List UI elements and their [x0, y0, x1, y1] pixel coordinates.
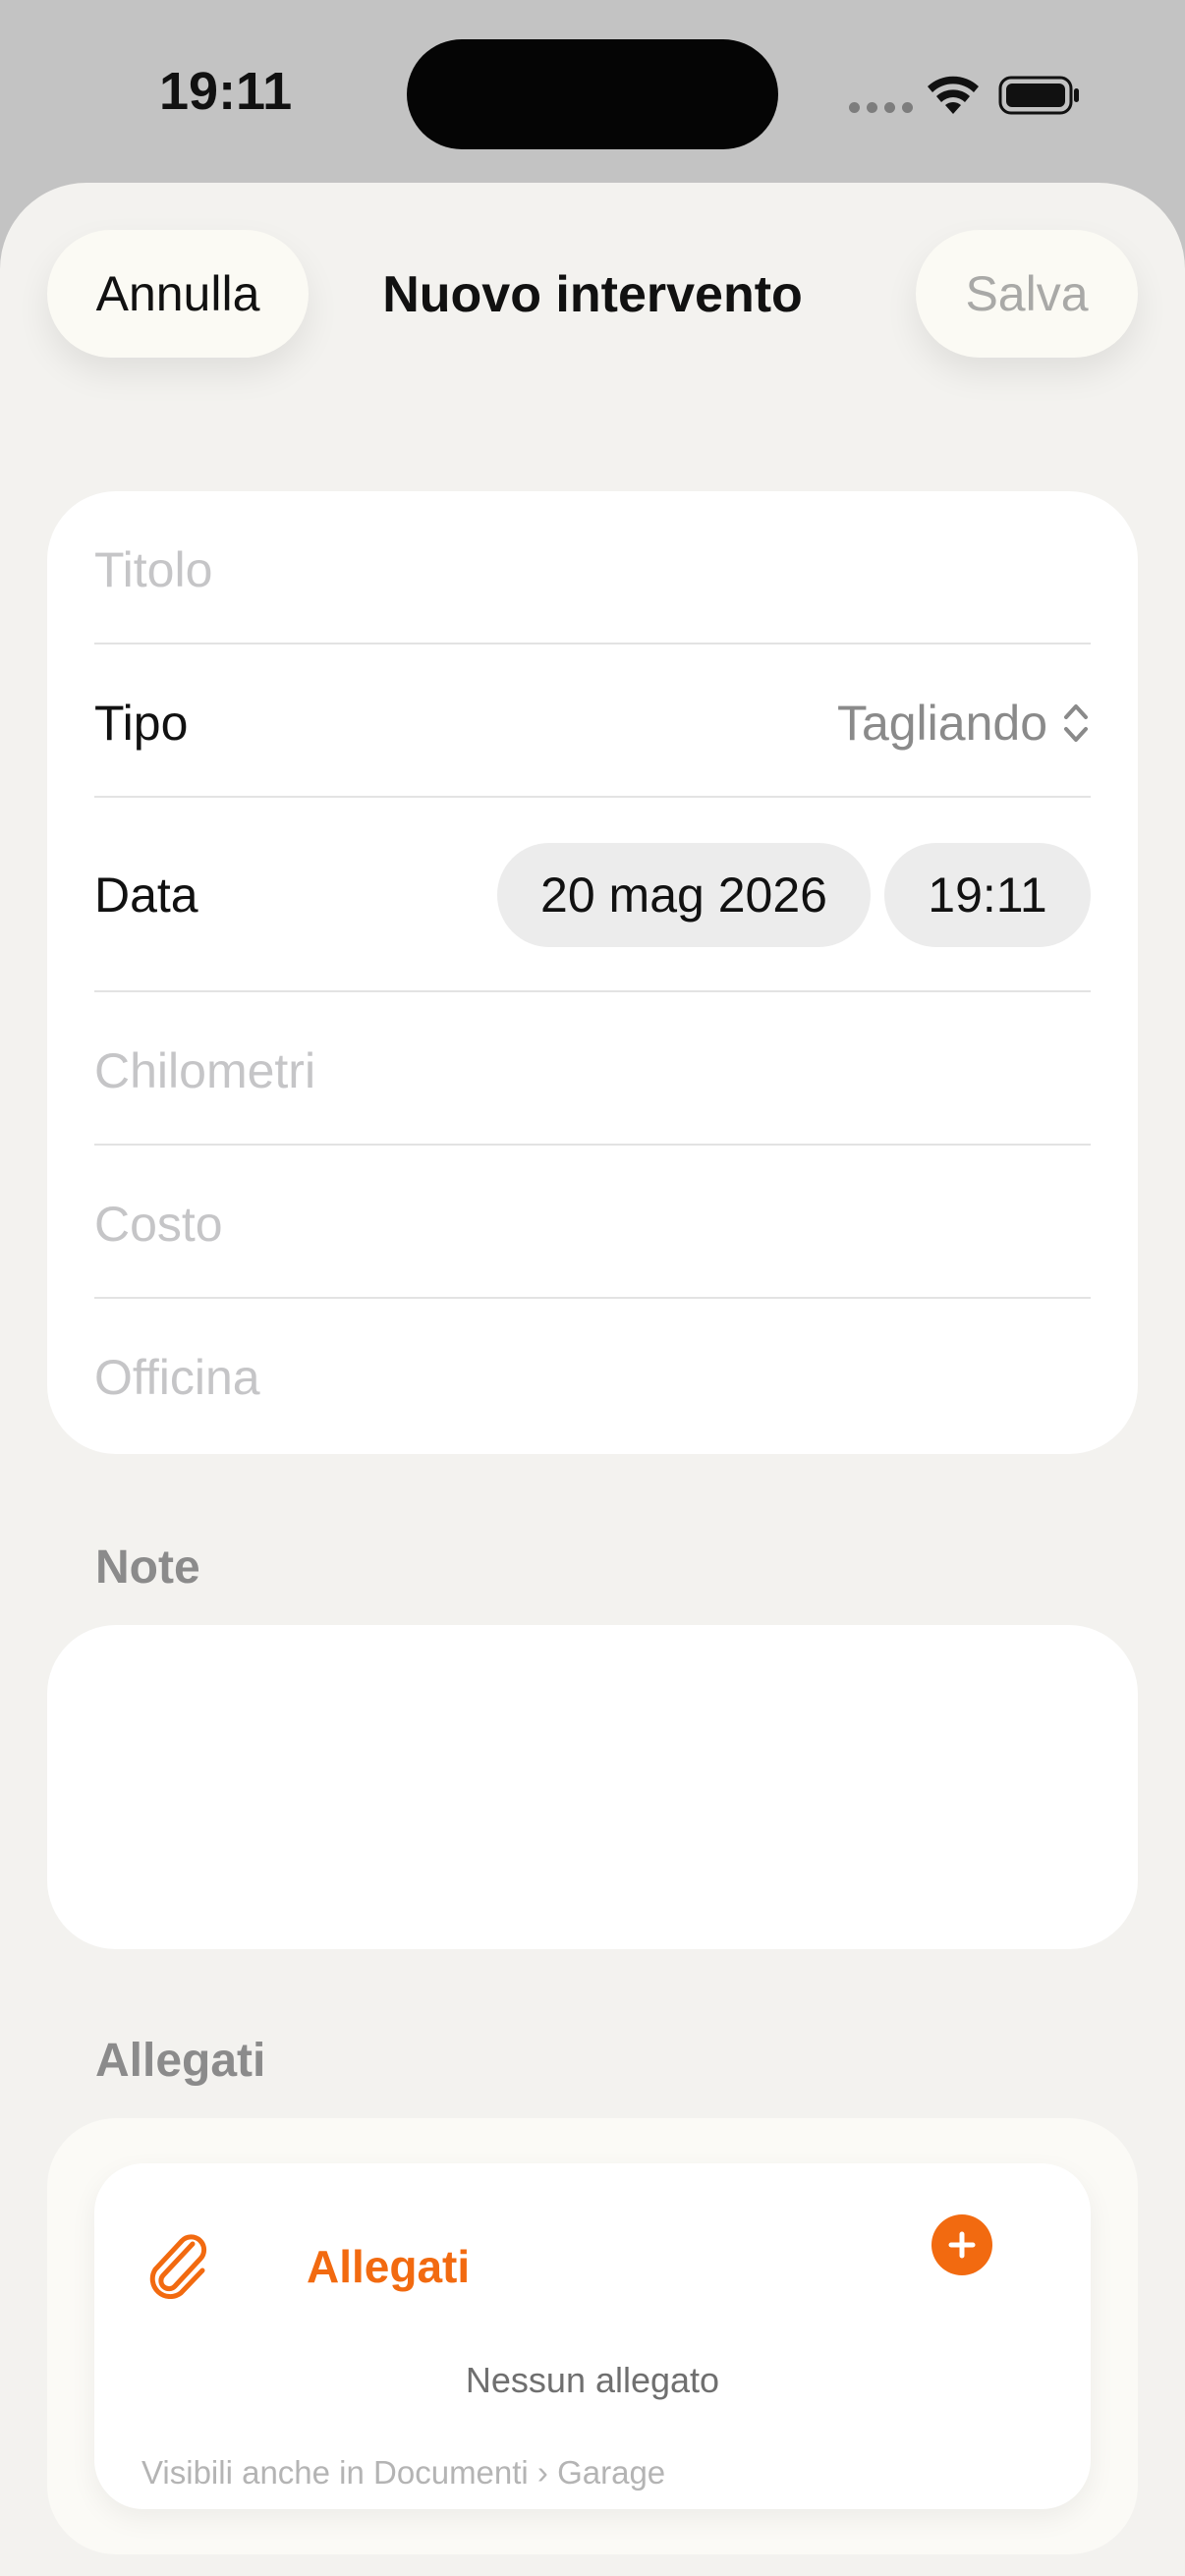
notes-section-title: Note [95, 1541, 200, 1594]
type-label: Tipo [94, 696, 189, 751]
save-button[interactable]: Salva [916, 230, 1138, 358]
workshop-field[interactable]: Officina [94, 1338, 1091, 1417]
cancel-button[interactable]: Annulla [47, 230, 309, 358]
paperclip-icon [149, 2234, 207, 2299]
date-picker-button[interactable]: 20 mag 2026 [497, 843, 871, 947]
type-row[interactable]: Tipo Tagliando [94, 684, 1091, 762]
dynamic-island [407, 39, 778, 149]
form-card: Titolo Tipo Tagliando Data 20 mag 2026 1… [47, 491, 1138, 1454]
divider [94, 1297, 1091, 1299]
wifi-icon [928, 76, 979, 114]
battery-icon [998, 76, 1079, 115]
km-placeholder: Chilometri [94, 1043, 316, 1098]
divider [94, 990, 1091, 992]
divider [94, 643, 1091, 644]
attachments-card: Allegati Nessun allegato Visibili anche … [47, 2118, 1138, 2554]
add-attachment-button[interactable] [931, 2214, 992, 2275]
title-field[interactable]: Titolo [94, 531, 1091, 609]
cost-field[interactable]: Costo [94, 1185, 1091, 1263]
attachments-header-label: Allegati [307, 2241, 471, 2292]
attachments-hint: Visibili anche in Documenti › Garage [141, 2454, 666, 2491]
attachments-panel: Allegati Nessun allegato Visibili anche … [94, 2163, 1091, 2509]
km-field[interactable]: Chilometri [94, 1032, 1091, 1110]
time-picker-button[interactable]: 19:11 [884, 843, 1091, 947]
divider [94, 796, 1091, 798]
status-time: 19:11 [159, 62, 293, 121]
workshop-placeholder: Officina [94, 1350, 260, 1405]
page-title: Nuovo intervento [382, 266, 803, 323]
date-row: Data 20 mag 2026 19:11 [94, 843, 1091, 947]
divider [94, 1144, 1091, 1146]
cellular-signal-icon [849, 102, 913, 113]
chevron-up-down-icon [1064, 704, 1088, 742]
plus-icon [948, 2231, 976, 2259]
cost-placeholder: Costo [94, 1197, 223, 1252]
type-value: Tagliando [836, 696, 1047, 751]
title-placeholder: Titolo [94, 542, 213, 597]
empty-attachments-text: Nessun allegato [465, 2360, 720, 2400]
type-picker[interactable]: Tagliando [837, 695, 1091, 752]
date-label: Data [94, 868, 198, 923]
notes-textarea[interactable] [47, 1625, 1138, 1949]
attachments-section-title: Allegati [95, 2035, 266, 2087]
